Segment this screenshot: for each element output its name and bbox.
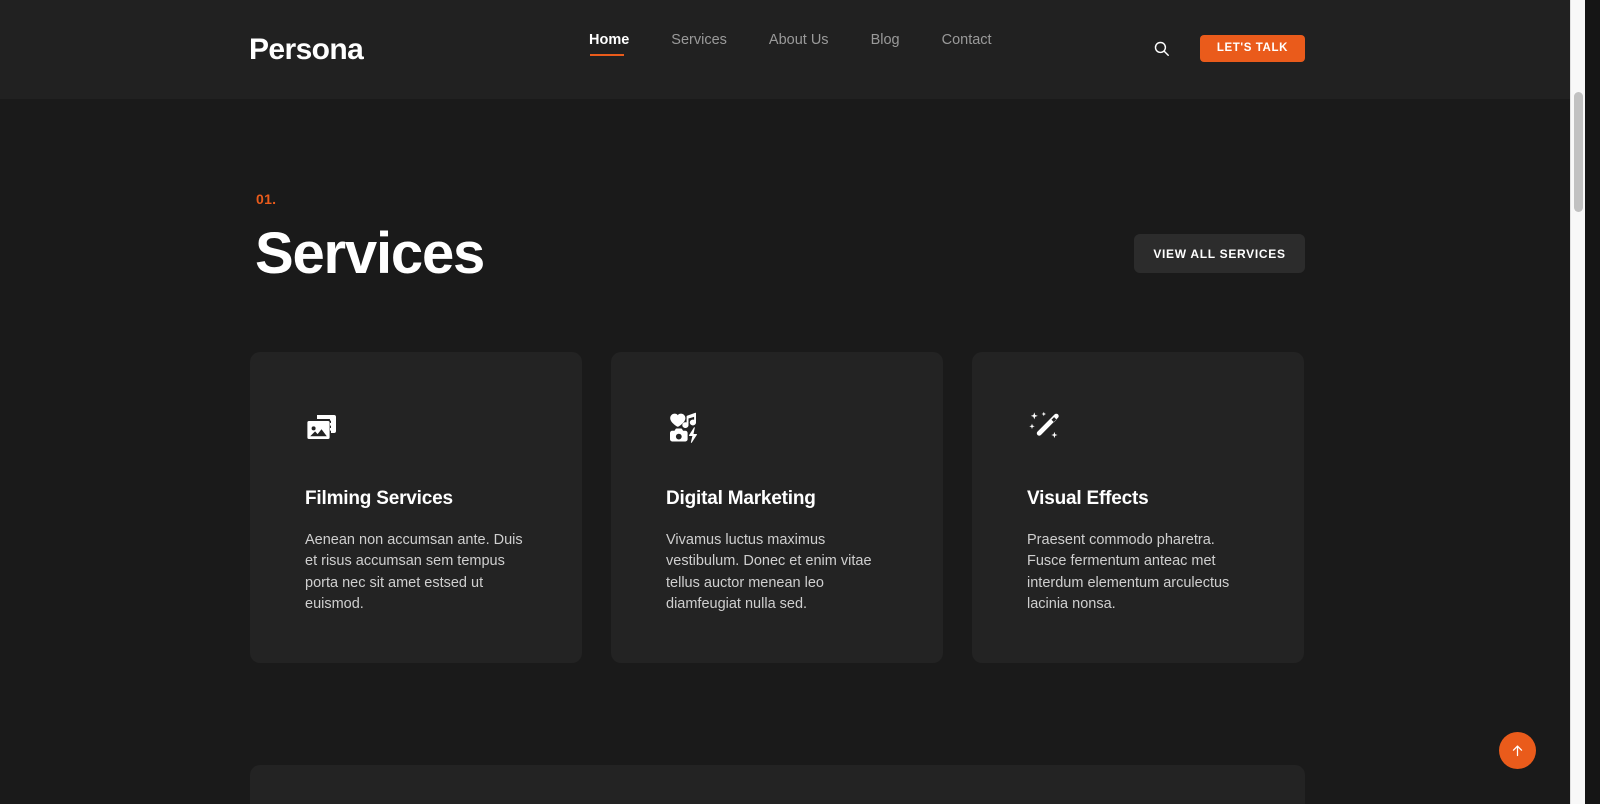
next-section-panel [250, 765, 1305, 804]
magic-wand-icon [1029, 411, 1059, 439]
nav-item-label: Home [589, 32, 630, 48]
search-icon [1155, 41, 1170, 56]
page-title: Services [255, 221, 485, 286]
nav-item-label: Contact [941, 32, 992, 48]
card-description: Vivamus luctus maximus vestibulum. Donec… [666, 532, 872, 613]
service-card[interactable]: Digital Marketing Vivamus luctus maximus… [611, 352, 943, 663]
nav-item-label: Blog [870, 32, 900, 48]
nav-item-label: About Us [768, 32, 829, 48]
page-viewport: Persona Home Services About Us Blog Cont… [0, 0, 1585, 804]
nav-item-services[interactable]: Services [671, 32, 727, 60]
view-all-services-button[interactable]: VIEW ALL SERVICES [1134, 234, 1305, 273]
services-card-grid: Filming Services Aenean non accumsan ant… [250, 352, 1304, 663]
lets-talk-button[interactable]: LET'S TALK [1199, 34, 1305, 62]
scrollbar-thumb[interactable] [1574, 92, 1583, 212]
card-title: Digital Marketing [666, 488, 816, 509]
photo-media-icon [307, 415, 336, 439]
card-title: Filming Services [305, 488, 453, 509]
service-card[interactable]: Filming Services Aenean non accumsan ant… [250, 352, 582, 663]
scroll-to-top-button[interactable] [1499, 732, 1536, 769]
card-title: Visual Effects [1027, 488, 1149, 509]
card-description: Aenean non accumsan ante. Duis et risus … [305, 532, 523, 613]
nav-item-contact[interactable]: Contact [942, 32, 992, 60]
nav-item-label: Services [671, 32, 727, 48]
arrow-up-icon [1512, 745, 1523, 757]
nav-item-about-us[interactable]: About Us [769, 32, 829, 60]
site-logo[interactable]: Persona [249, 33, 364, 67]
section-number: 01. [256, 191, 277, 207]
social-media-icon [670, 412, 697, 443]
card-description: Praesent commodo pharetra. Fusce ferment… [1027, 532, 1230, 613]
service-card[interactable]: Visual Effects Praesent commodo pharetra… [972, 352, 1304, 663]
main-navigation: Home Services About Us Blog Contact [589, 32, 1034, 60]
search-button[interactable] [1148, 34, 1176, 62]
nav-item-home[interactable]: Home [589, 32, 629, 60]
vertical-scrollbar[interactable] [1570, 0, 1585, 804]
header-actions: LET'S TALK [1148, 34, 1305, 62]
nav-item-blog[interactable]: Blog [871, 32, 900, 60]
site-header: Persona Home Services About Us Blog Cont… [0, 0, 1585, 99]
